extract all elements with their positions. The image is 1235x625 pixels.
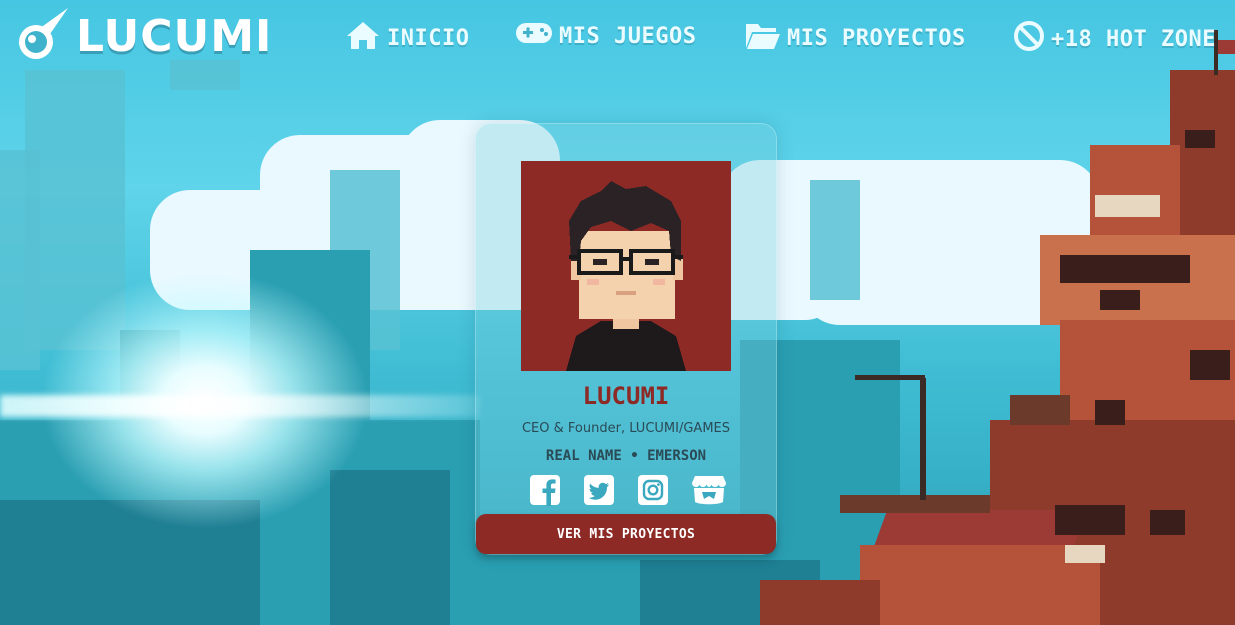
ver-mis-proyectos-button[interactable]: VER MIS PROYECTOS [476,514,776,554]
profile-real-name: REAL NAME • EMERSON [545,448,707,464]
meteor-icon [10,4,72,68]
facebook-icon[interactable] [529,474,561,506]
profile-name: LUCUMI [582,382,670,410]
nav-item-mis-proyectos[interactable]: MIS PROYECTOS [745,20,966,56]
ban-icon [1013,20,1051,58]
profile-role: CEO & Founder, LUCUMI/GAMES [521,421,730,436]
nav-item-label: INICIO [387,25,470,51]
home-icon [345,20,387,56]
nav-item-label: +18 HOT ZONE [1051,26,1216,52]
brand-name: LUCUMI [76,10,273,62]
itchio-icon[interactable] [691,474,726,506]
gamepad-icon [515,20,559,52]
nav-item-inicio[interactable]: INICIO [345,20,469,56]
instagram-icon[interactable] [637,474,669,506]
brand-logo[interactable]: LUCUMI [10,4,272,68]
nav-item-label: MIS JUEGOS [559,23,697,49]
profile-card: LUCUMI CEO & Founder, LUCUMI/GAMES REAL … [475,123,777,555]
top-navbar: LUCUMI INICIO MIS JUEGOS MIS PROYECTOS +… [0,0,1235,78]
folder-icon [745,20,787,56]
nav-item-mis-juegos[interactable]: MIS JUEGOS [515,20,696,52]
nav-item-hot-zone[interactable]: +18 HOT ZONE [1013,20,1216,58]
nav-item-label: MIS PROYECTOS [787,25,966,51]
landing-page: LUCUMI INICIO MIS JUEGOS MIS PROYECTOS +… [0,0,1235,625]
social-links [476,474,776,506]
avatar [521,161,731,371]
twitter-icon[interactable] [583,474,615,506]
